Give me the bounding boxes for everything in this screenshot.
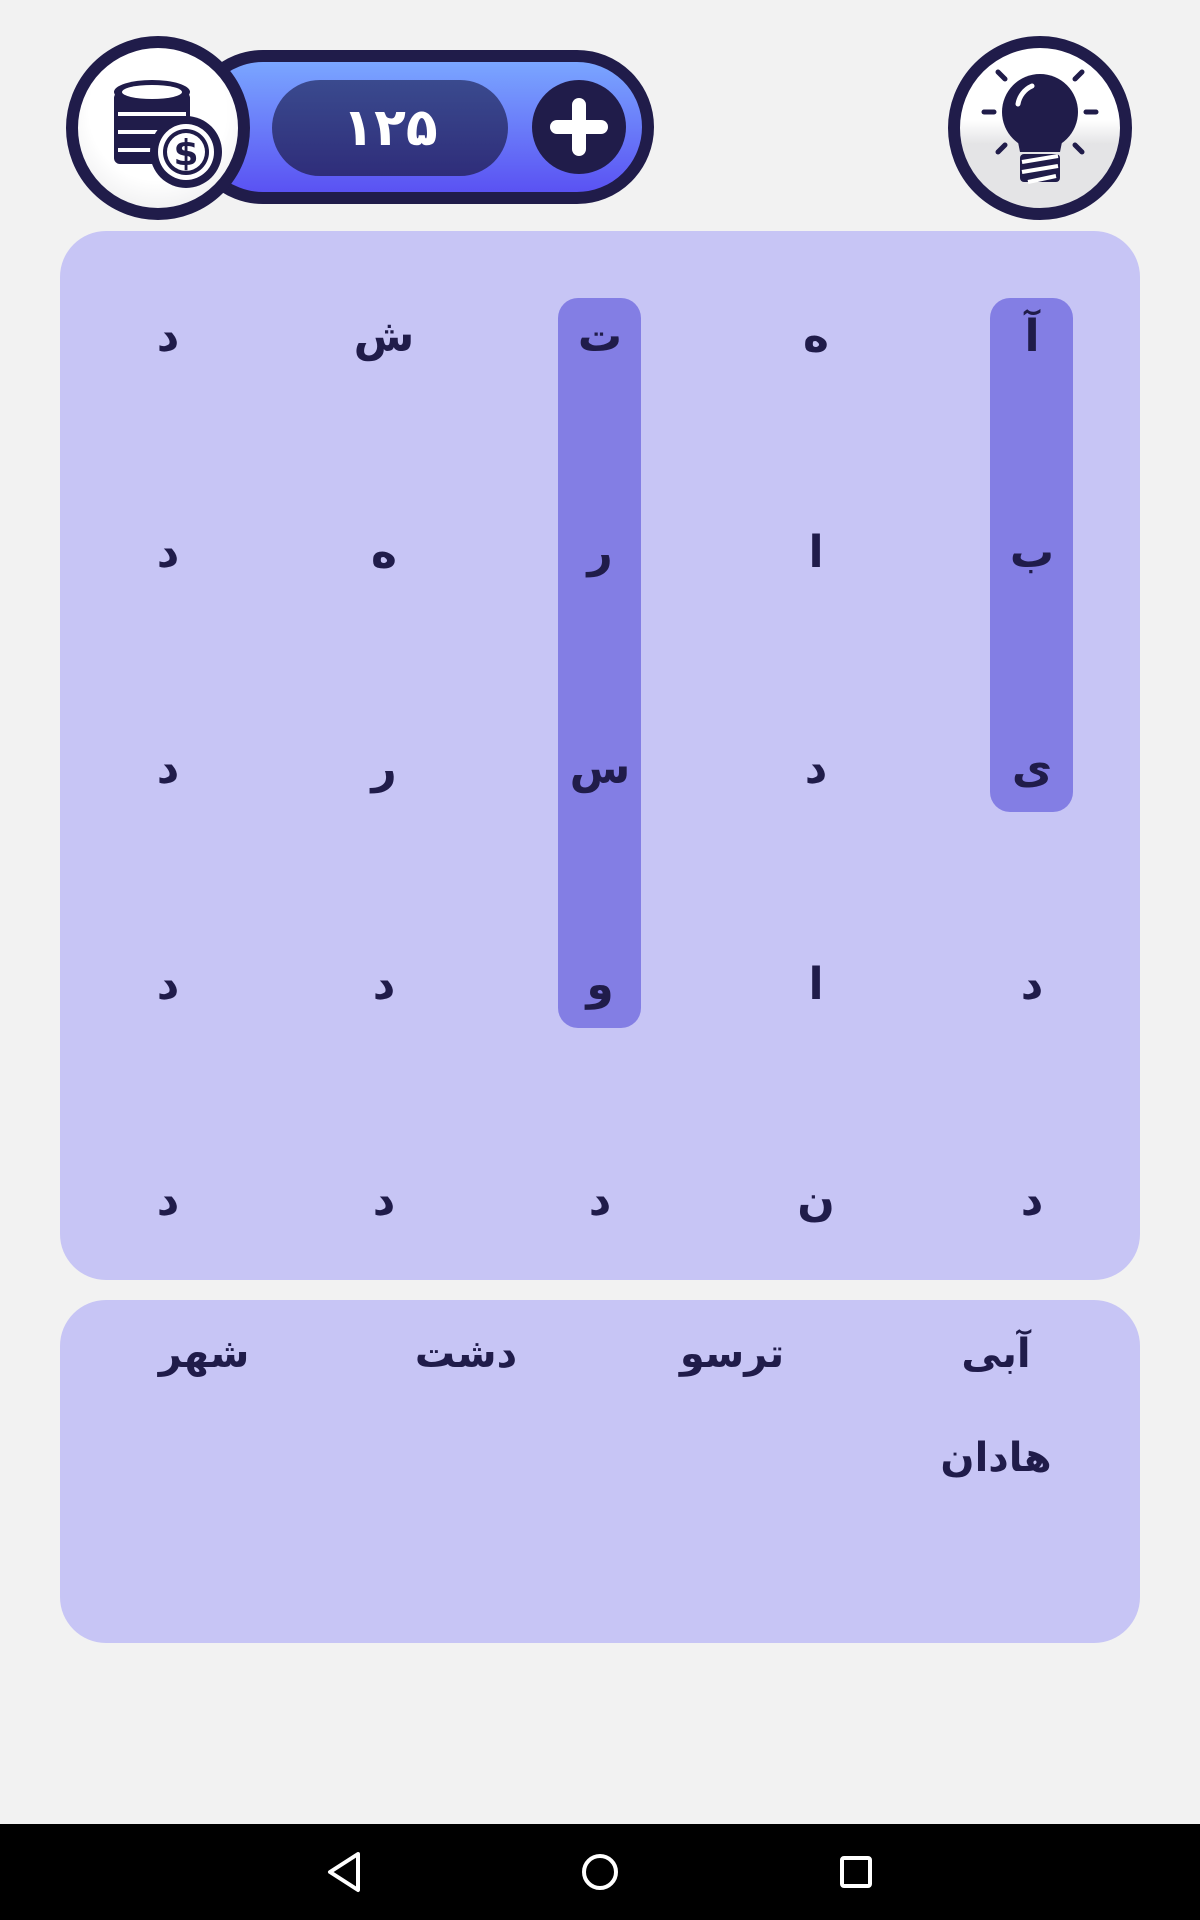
letter-cell[interactable]: د [708, 661, 924, 877]
letter-cell[interactable]: د [60, 877, 276, 1093]
target-word: شهر [158, 1331, 250, 1377]
coin-badge: $ [66, 36, 250, 220]
letter-cell[interactable]: ر [276, 661, 492, 877]
letter-cell[interactable]: د [60, 1093, 276, 1309]
target-word: آبی [961, 1331, 1031, 1377]
word-list-panel: آبی ترسو دشت شهر هادان [60, 1300, 1140, 1643]
letter-cell[interactable]: ی [924, 661, 1140, 877]
target-word: ترسو [679, 1331, 785, 1377]
hint-button[interactable] [948, 36, 1132, 220]
game-screen: ۱۲۵ $ آ ه ت ش د ب ا ر ه د ی د س ر د د ا … [0, 0, 1200, 1920]
letter-cell[interactable]: ش [276, 229, 492, 445]
coins-stack-dollar-icon: $ [114, 80, 222, 188]
svg-text:$: $ [173, 133, 198, 174]
target-word: دشت [414, 1331, 518, 1377]
letter-cell[interactable]: ت [492, 229, 708, 445]
letter-cell[interactable]: ب [924, 445, 1140, 661]
target-word: هادان [940, 1435, 1052, 1481]
system-nav-bar [0, 1824, 1200, 1920]
coin-balance-value: ۱۲۵ [272, 80, 508, 176]
triangle-back-icon [328, 1852, 360, 1892]
letter-cell[interactable]: د [924, 1093, 1140, 1309]
letter-cell[interactable]: د [924, 877, 1140, 1093]
square-recents-icon [840, 1856, 872, 1888]
letter-cell[interactable]: ن [708, 1093, 924, 1309]
letter-cell[interactable]: و [492, 877, 708, 1093]
letter-cell[interactable]: د [60, 661, 276, 877]
letter-cell[interactable]: س [492, 661, 708, 877]
letter-cell[interactable]: ه [708, 229, 924, 445]
add-coins-button[interactable] [532, 80, 626, 174]
letter-cell[interactable]: د [276, 877, 492, 1093]
plus-icon [550, 98, 608, 156]
letter-board[interactable]: آ ه ت ش د ب ا ر ه د ی د س ر د د ا و د د … [60, 231, 1140, 1280]
letter-cell[interactable]: ر [492, 445, 708, 661]
letter-cell[interactable]: د [276, 1093, 492, 1309]
letter-cell[interactable]: ا [708, 445, 924, 661]
letter-cell[interactable]: د [60, 229, 276, 445]
letter-cell[interactable]: ه [276, 445, 492, 661]
nav-back-button[interactable] [314, 1842, 374, 1902]
circle-home-icon [582, 1854, 618, 1890]
letter-cell[interactable]: د [492, 1093, 708, 1309]
letter-cell[interactable]: ا [708, 877, 924, 1093]
nav-recents-button[interactable] [826, 1842, 886, 1902]
light-bulb-icon [981, 69, 1099, 184]
letter-cell[interactable]: د [60, 445, 276, 661]
letter-cell[interactable]: آ [924, 229, 1140, 445]
coin-balance-bar: ۱۲۵ $ [66, 36, 654, 220]
nav-home-button[interactable] [570, 1842, 630, 1902]
